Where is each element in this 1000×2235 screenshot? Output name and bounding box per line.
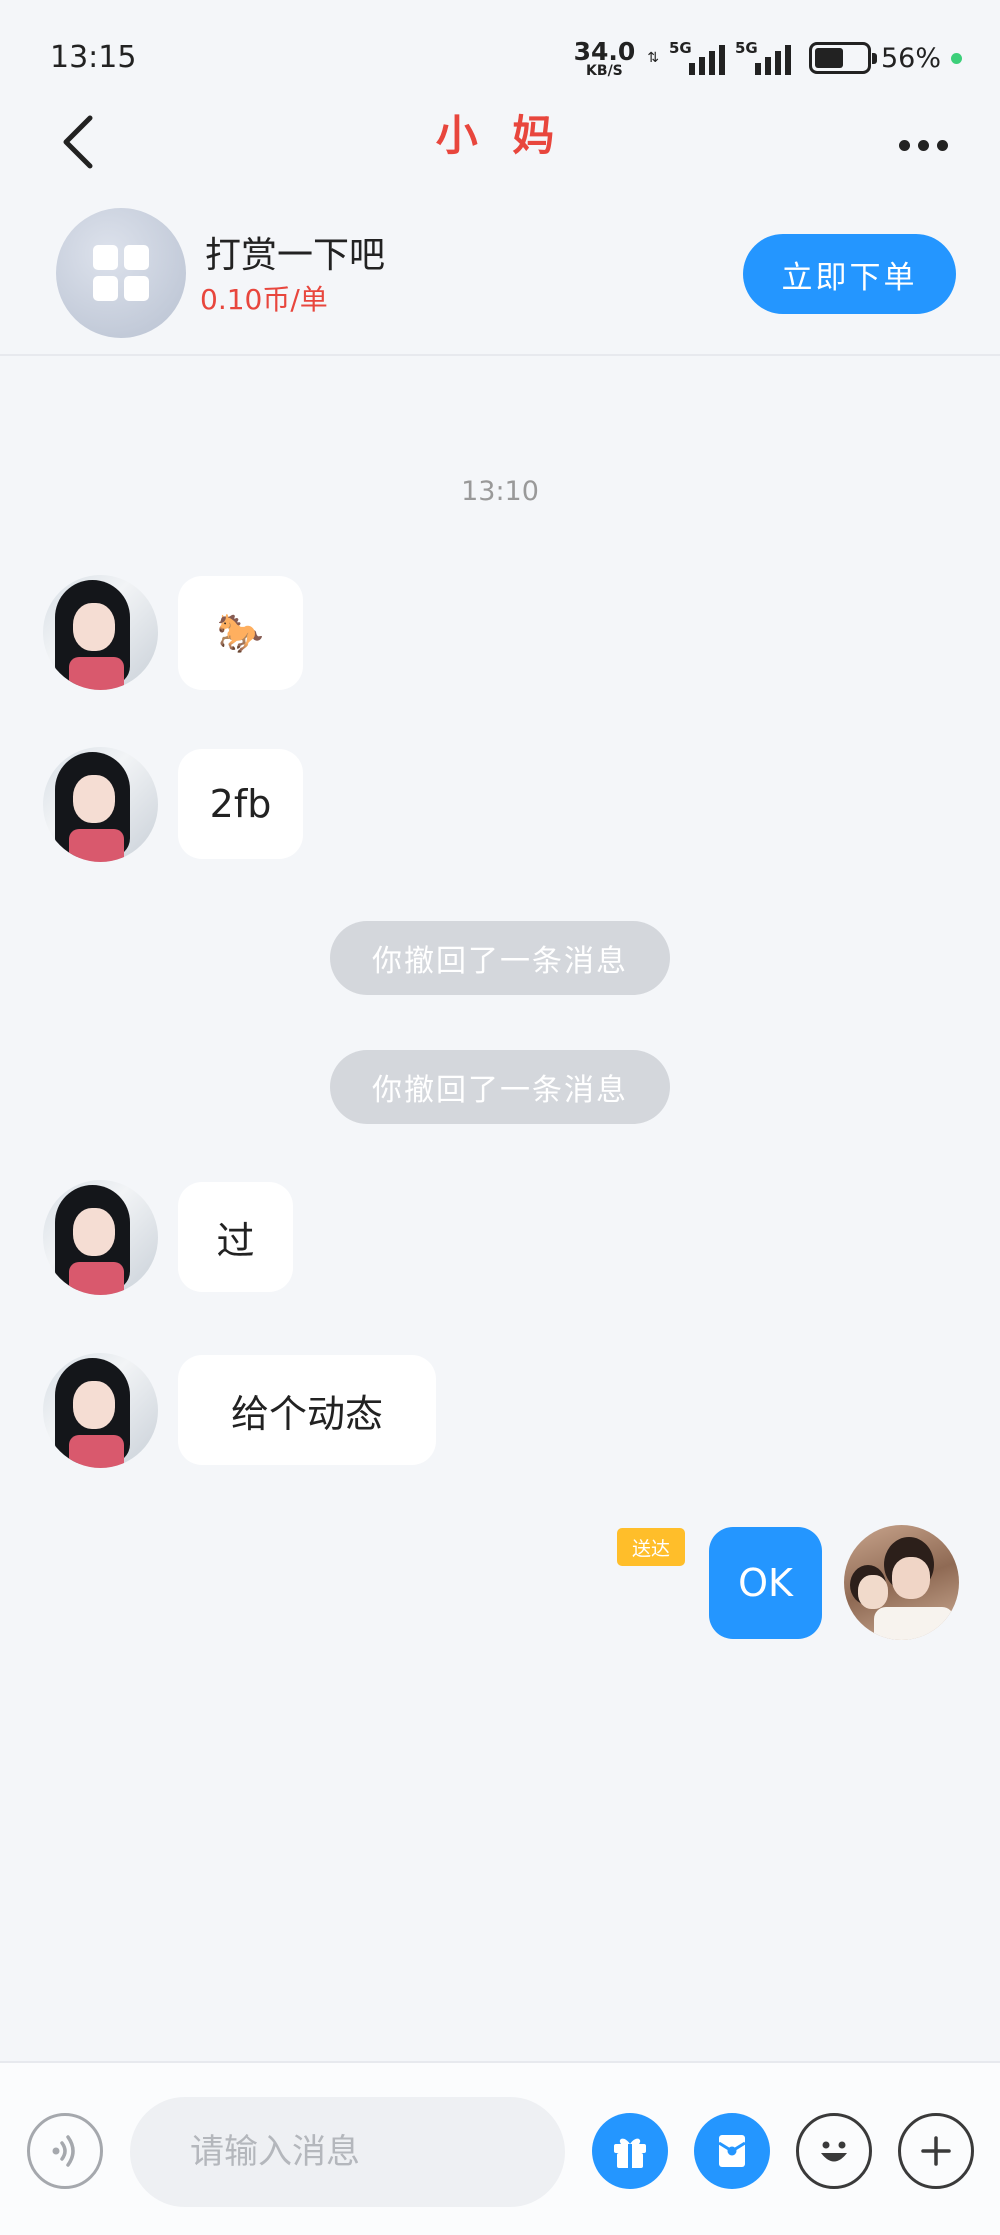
chat-timestamp: 13:10 — [461, 476, 539, 507]
smile-icon — [821, 2141, 847, 2162]
voice-icon — [52, 2135, 75, 2167]
recall-notice: 你撤回了一条消息 — [330, 1050, 670, 1124]
avatar[interactable] — [43, 1353, 158, 1468]
red-packet-button[interactable] — [694, 2113, 770, 2189]
more-dots-icon — [898, 139, 910, 151]
input-bar — [0, 2061, 1000, 2235]
service-title: 打赏一下吧 — [205, 235, 386, 276]
more-button[interactable] — [888, 120, 958, 170]
order-now-button[interactable]: 立即下单 — [743, 234, 956, 314]
status-bar: 13:15 34.0 KB/S ⇅ 5G 5G 56% — [0, 0, 1000, 90]
network-speed-value: 34.0 — [573, 36, 636, 66]
network-speed-unit: KB/S — [586, 62, 623, 79]
my-avatar[interactable] — [844, 1525, 959, 1640]
message-bubble[interactable]: 🐎 — [178, 576, 303, 690]
battery-percent: 56% — [880, 42, 941, 74]
status-time: 13:15 — [50, 40, 137, 75]
avatar[interactable] — [43, 575, 158, 690]
emoji-button[interactable] — [796, 2113, 872, 2189]
order-card: 打赏一下吧 0.10币/单 立即下单 — [0, 200, 1000, 356]
gift-button[interactable] — [592, 2113, 668, 2189]
title-bar: 小 妈 — [0, 90, 1000, 200]
voice-button[interactable] — [27, 2113, 103, 2189]
apps-grid-icon — [56, 208, 186, 338]
message-bubble[interactable]: 过 — [178, 1182, 293, 1292]
status-indicators: 34.0 KB/S ⇅ 5G 5G 56% — [574, 36, 962, 80]
network-speed: 34.0 KB/S — [574, 39, 636, 78]
my-message-bubble[interactable]: OK — [709, 1527, 822, 1639]
signal-icon: 5G — [669, 39, 725, 77]
status-dot-icon — [951, 52, 962, 64]
signal-icon: 5G — [735, 39, 791, 77]
gift-icon — [614, 2138, 646, 2168]
message-bubble[interactable]: 2fb — [178, 749, 303, 859]
message-input[interactable] — [130, 2097, 565, 2207]
page-title: 小 妈 — [435, 111, 565, 160]
battery-icon — [808, 42, 877, 74]
data-transfer-icon: ⇅ — [647, 50, 659, 66]
plus-button[interactable] — [898, 2113, 974, 2189]
recall-notice: 你撤回了一条消息 — [330, 921, 670, 995]
red-packet-icon — [718, 2135, 746, 2167]
chat-area[interactable]: 13:10 🐎 2fb 你撤回了一条消息 你撤回了一条消息 过 给个动态 送达 … — [0, 356, 1000, 2061]
avatar[interactable] — [43, 1180, 158, 1295]
delivered-badge: 送达 — [617, 1528, 685, 1566]
plus-icon — [921, 2136, 951, 2166]
service-price: 0.10币/单 — [200, 283, 328, 316]
message-bubble[interactable]: 给个动态 — [178, 1355, 436, 1465]
avatar[interactable] — [43, 747, 158, 862]
